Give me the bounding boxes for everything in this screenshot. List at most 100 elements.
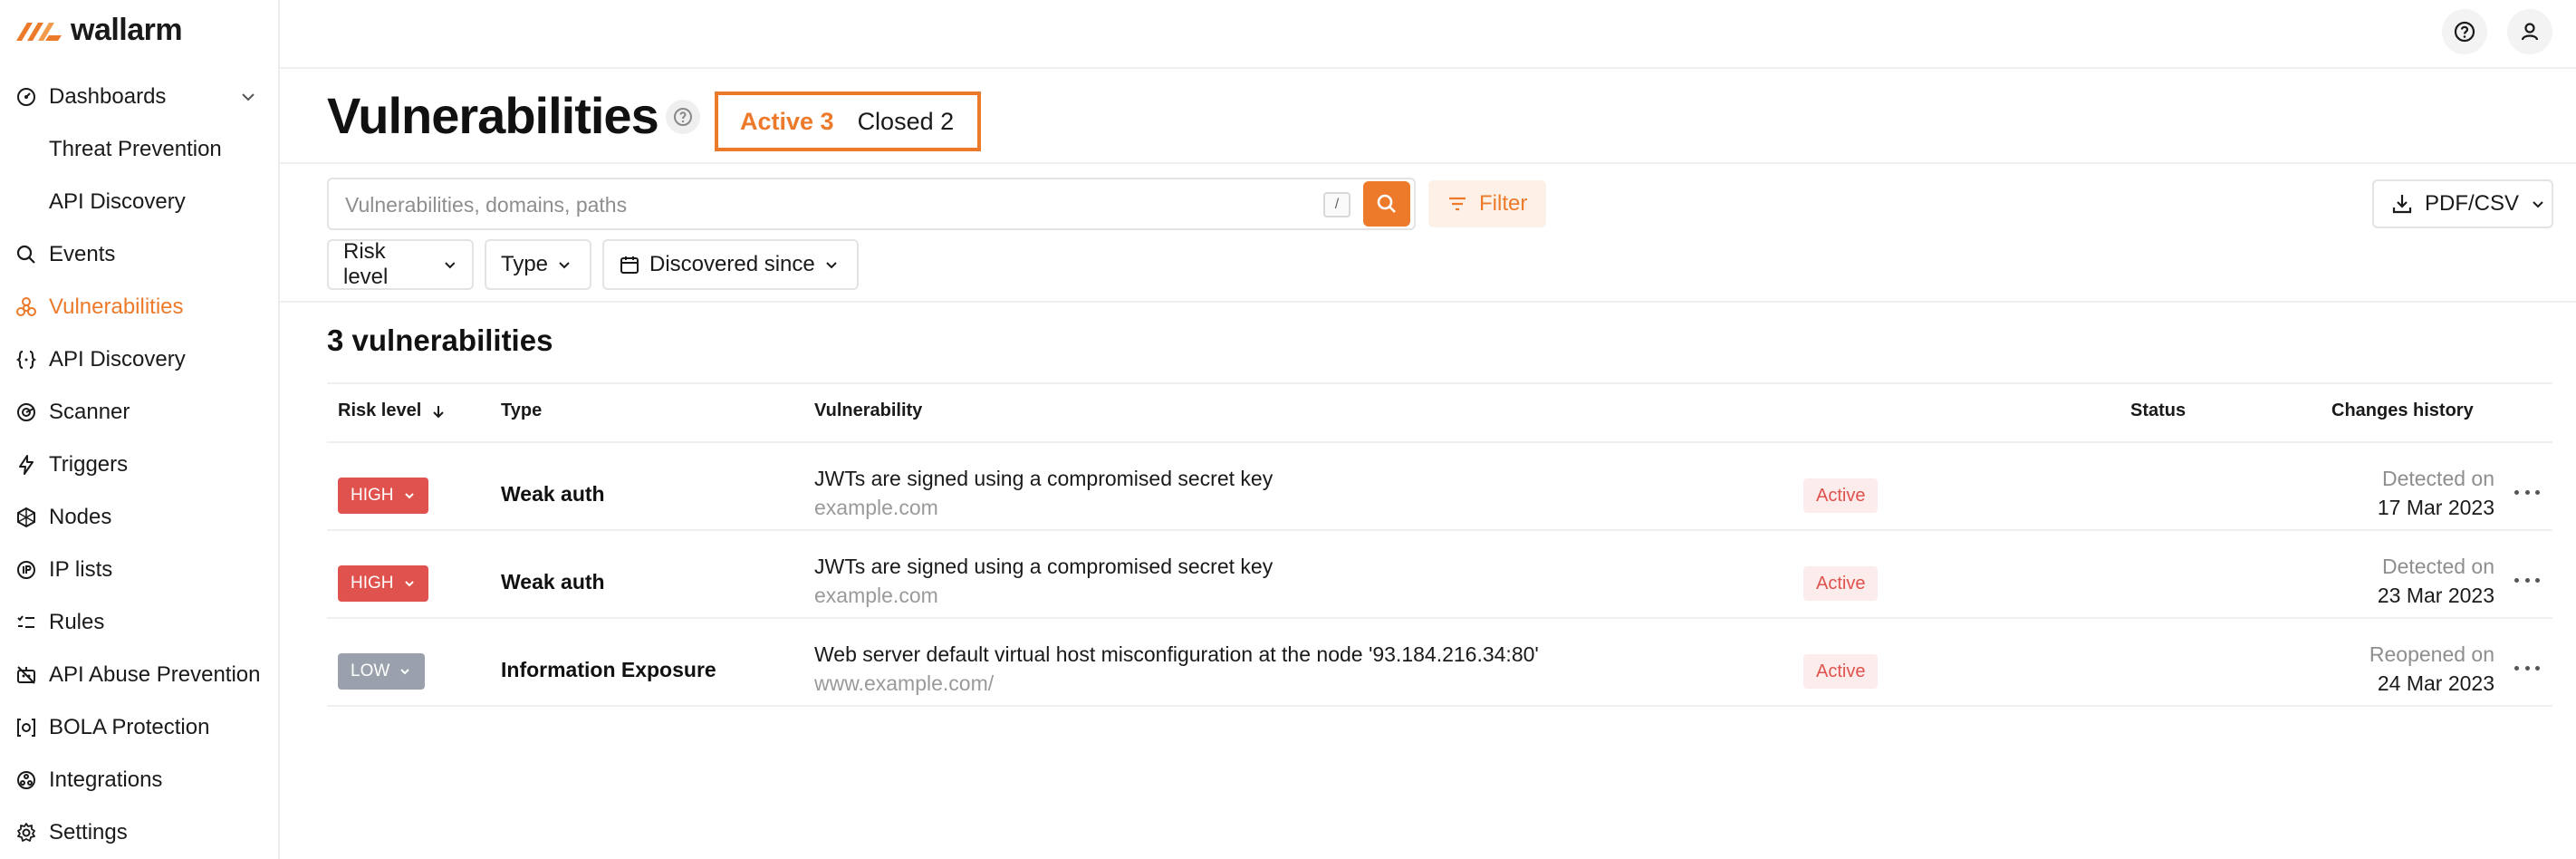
sidebar-item-rules[interactable]: Rules bbox=[0, 596, 278, 649]
status-tabs: Active 3 Closed 2 bbox=[715, 92, 981, 151]
sidebar-item-threat-prevention[interactable]: Threat Prevention bbox=[0, 123, 278, 176]
sidebar-item-label: Events bbox=[49, 242, 116, 266]
export-button[interactable]: PDF/CSV bbox=[2372, 179, 2553, 228]
vulnerability-type: Weak auth bbox=[501, 570, 605, 594]
sidebar-item-api-discovery[interactable]: API Discovery bbox=[0, 333, 278, 386]
divider bbox=[280, 301, 2576, 303]
sidebar-item-integrations[interactable]: Integrations bbox=[0, 754, 278, 806]
sidebar-item-label: Threat Prevention bbox=[49, 137, 222, 161]
question-icon bbox=[674, 108, 692, 126]
rules-icon bbox=[14, 611, 38, 634]
history-date: 17 Mar 2023 bbox=[2377, 496, 2494, 519]
chevron-down-icon bbox=[404, 493, 414, 499]
gear-icon bbox=[14, 821, 38, 845]
column-header-risk-level[interactable]: Risk level bbox=[338, 401, 447, 421]
vulnerability-title[interactable]: JWTs are signed using a compromised secr… bbox=[814, 467, 1273, 491]
risk-badge[interactable]: LOW bbox=[338, 653, 425, 690]
sidebar-item-ip-lists[interactable]: IP lists bbox=[0, 544, 278, 596]
sidebar-item-api-discovery-dashboard[interactable]: API Discovery bbox=[0, 176, 278, 228]
more-actions-icon[interactable] bbox=[2514, 486, 2540, 498]
sidebar-item-label: Rules bbox=[49, 610, 105, 634]
filter-label: Filter bbox=[1479, 191, 1528, 216]
vulnerability-title[interactable]: JWTs are signed using a compromised secr… bbox=[814, 555, 1273, 579]
ip-icon bbox=[14, 558, 38, 582]
user-menu-button[interactable] bbox=[2507, 9, 2552, 54]
sidebar-item-label: API Discovery bbox=[49, 189, 186, 214]
sidebar-item-label: Nodes bbox=[49, 505, 112, 529]
tab-closed[interactable]: Closed 2 bbox=[858, 108, 955, 136]
column-label: Changes history bbox=[2331, 401, 2474, 420]
export-label: PDF/CSV bbox=[2425, 191, 2520, 216]
search-placeholder: Vulnerabilities, domains, paths bbox=[345, 193, 628, 217]
table-row[interactable]: HIGH Weak auth JWTs are signed using a c… bbox=[327, 531, 2552, 619]
search-icon bbox=[1377, 194, 1396, 213]
risk-label: HIGH bbox=[351, 574, 394, 593]
discovered-since-dropdown[interactable]: Discovered since bbox=[602, 239, 859, 290]
vulnerability-type: Information Exposure bbox=[501, 658, 716, 681]
column-label: Type bbox=[501, 401, 543, 420]
column-label: Vulnerability bbox=[814, 401, 923, 420]
sidebar-item-label: API Discovery bbox=[49, 347, 186, 372]
status-badge: Active bbox=[1803, 654, 1879, 689]
dropdown-label: Risk level bbox=[343, 239, 389, 289]
bola-icon bbox=[14, 716, 38, 739]
chevron-down-icon[interactable] bbox=[238, 87, 258, 113]
chevron-down-icon bbox=[2533, 201, 2543, 208]
filter-button[interactable]: Filter bbox=[1428, 180, 1546, 227]
chevron-down-icon bbox=[445, 262, 456, 269]
filter-icon bbox=[1449, 197, 1466, 211]
dashboard-icon bbox=[14, 85, 38, 109]
table-row[interactable]: LOW Information Exposure Web server defa… bbox=[327, 619, 2552, 707]
sidebar-item-label: Vulnerabilities bbox=[49, 294, 184, 319]
column-header-type: Type bbox=[501, 401, 542, 421]
bolt-icon bbox=[14, 453, 38, 477]
search-input[interactable]: Vulnerabilities, domains, paths / bbox=[327, 178, 1416, 230]
vulnerability-title[interactable]: Web server default virtual host misconfi… bbox=[814, 642, 1539, 667]
status-badge: Active bbox=[1803, 566, 1879, 601]
sidebar-item-dashboards[interactable]: Dashboards bbox=[0, 71, 278, 123]
history-date: 23 Mar 2023 bbox=[2377, 584, 2494, 607]
chevron-down-icon bbox=[559, 262, 570, 269]
sidebar-item-bola-protection[interactable]: BOLA Protection bbox=[0, 701, 278, 754]
table-row[interactable]: HIGH Weak auth JWTs are signed using a c… bbox=[327, 443, 2552, 531]
risk-level-dropdown[interactable]: Risk level bbox=[327, 239, 474, 290]
column-header-status: Status bbox=[2130, 401, 2186, 421]
more-actions-icon[interactable] bbox=[2514, 661, 2540, 674]
sidebar-item-label: IP lists bbox=[49, 557, 113, 582]
robot-icon bbox=[14, 663, 38, 687]
history-label: Detected on bbox=[2381, 467, 2494, 490]
sidebar-item-events[interactable]: Events bbox=[0, 228, 278, 281]
sidebar: wallarm Dashboards Threat Prevention API… bbox=[0, 0, 280, 859]
sidebar-item-label: API Abuse Prevention bbox=[49, 662, 261, 687]
logo[interactable]: wallarm bbox=[14, 13, 183, 48]
brand-name: wallarm bbox=[71, 13, 183, 47]
integrations-icon bbox=[14, 768, 38, 792]
vulnerability-domain: example.com bbox=[814, 496, 938, 519]
sidebar-item-vulnerabilities[interactable]: Vulnerabilities bbox=[0, 281, 278, 333]
sidebar-item-label: Integrations bbox=[49, 767, 163, 792]
vulnerability-domain: www.example.com/ bbox=[814, 671, 995, 695]
risk-badge[interactable]: HIGH bbox=[338, 478, 428, 514]
biohazard-icon bbox=[14, 295, 38, 319]
help-button[interactable] bbox=[2442, 9, 2487, 54]
divider bbox=[327, 382, 2552, 384]
sidebar-item-label: Dashboards bbox=[49, 84, 167, 109]
sidebar-item-scanner[interactable]: Scanner bbox=[0, 386, 278, 439]
divider bbox=[280, 162, 2576, 164]
sidebar-item-nodes[interactable]: Nodes bbox=[0, 491, 278, 544]
help-tooltip-button[interactable] bbox=[666, 100, 700, 134]
sidebar-item-settings[interactable]: Settings bbox=[0, 806, 278, 859]
more-actions-icon[interactable] bbox=[2514, 574, 2540, 586]
sidebar-item-triggers[interactable]: Triggers bbox=[0, 439, 278, 491]
sidebar-item-label: Settings bbox=[49, 820, 128, 845]
column-label: Status bbox=[2130, 401, 2187, 420]
chevron-down-icon bbox=[404, 581, 414, 587]
tab-active[interactable]: Active 3 bbox=[740, 108, 834, 136]
history-date: 24 Mar 2023 bbox=[2377, 671, 2494, 695]
shortcut-key-hint: / bbox=[1323, 192, 1350, 217]
risk-badge[interactable]: HIGH bbox=[338, 565, 428, 602]
sidebar-item-api-abuse-prevention[interactable]: API Abuse Prevention bbox=[0, 649, 278, 701]
search-button[interactable] bbox=[1363, 181, 1410, 227]
type-dropdown[interactable]: Type bbox=[485, 239, 591, 290]
dropdown-label: Discovered since bbox=[649, 252, 815, 276]
